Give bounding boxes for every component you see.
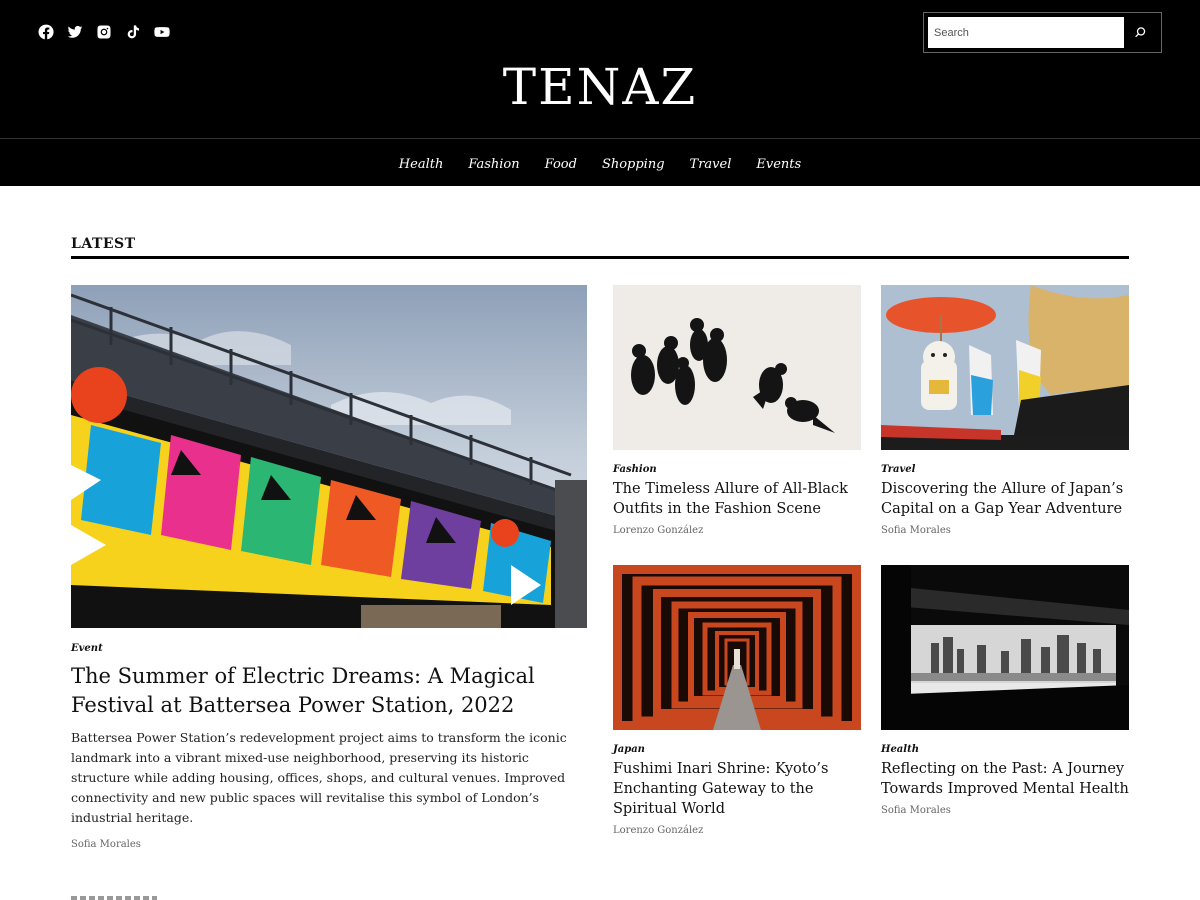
post-title: Fushimi Inari Shrine: Kyoto’s Enchanting… (613, 759, 861, 819)
featured-image[interactable] (71, 285, 587, 628)
nav-item-fashion: Fashion (468, 153, 519, 172)
social-links (38, 24, 170, 40)
post-title: Discovering the Allure of Japan’s Capita… (881, 479, 1129, 519)
nav-link-travel[interactable]: Travel (690, 157, 732, 172)
featured-title: The Summer of Electric Dreams: A Magical… (71, 662, 587, 720)
twitter-icon[interactable] (67, 24, 83, 40)
nav-item-shopping: Shopping (602, 153, 665, 172)
nav-link-food[interactable]: Food (545, 157, 577, 172)
post-author[interactable]: Sofia Morales (881, 805, 1129, 816)
post-title: Reflecting on the Past: A Journey Toward… (881, 759, 1129, 799)
post-image[interactable] (881, 285, 1129, 450)
post-title: The Timeless Allure of All-Black Outfits… (613, 479, 861, 519)
search-button[interactable] (1124, 17, 1157, 48)
post-author[interactable]: Lorenzo González (613, 825, 861, 836)
post-category[interactable]: Travel (881, 464, 1129, 475)
post-card-japan: Japan Fushimi Inari Shrine: Kyoto’s Ench… (613, 565, 861, 836)
post-title-link[interactable]: The Timeless Allure of All-Black Outfits… (613, 481, 848, 517)
nav-list: Health Fashion Food Shopping Travel Even… (0, 139, 1200, 172)
nav-link-shopping[interactable]: Shopping (602, 157, 665, 172)
post-title-link[interactable]: Discovering the Allure of Japan’s Capita… (881, 481, 1123, 517)
featured-excerpt: Battersea Power Station’s redevelopment … (71, 730, 567, 825)
post-category[interactable]: Fashion (613, 464, 861, 475)
post-title-link[interactable]: Reflecting on the Past: A Journey Toward… (881, 761, 1129, 797)
header-top: TENAZ (0, 0, 1200, 138)
nav-item-events: Events (756, 153, 801, 172)
section-heading: LATEST (71, 236, 136, 252)
nav-item-travel: Travel (690, 153, 732, 172)
post-category[interactable]: Japan (613, 744, 861, 755)
next-section-heading-edge (71, 896, 157, 900)
site-header: TENAZ Health Fashion Food Shopping Trave… (0, 0, 1200, 186)
site-title[interactable]: TENAZ (0, 58, 1200, 116)
facebook-icon[interactable] (38, 24, 54, 40)
search-icon (1134, 26, 1147, 39)
post-image[interactable] (881, 565, 1129, 730)
post-category[interactable]: Health (881, 744, 1129, 755)
instagram-icon[interactable] (96, 24, 112, 40)
featured-title-link[interactable]: The Summer of Electric Dreams: A Magical… (71, 664, 535, 717)
post-card-fashion: Fashion The Timeless Allure of All-Black… (613, 285, 861, 536)
search-input[interactable] (928, 17, 1124, 48)
post-image[interactable] (613, 565, 861, 730)
featured-author[interactable]: Sofia Morales (71, 839, 587, 850)
post-image[interactable] (613, 285, 861, 450)
nav-link-events[interactable]: Events (756, 157, 801, 172)
nav-item-health: Health (399, 153, 444, 172)
featured-post: Event The Summer of Electric Dreams: A M… (71, 285, 587, 850)
section-divider (71, 256, 1129, 259)
post-card-travel: Travel Discovering the Allure of Japan’s… (881, 285, 1129, 536)
post-title-link[interactable]: Fushimi Inari Shrine: Kyoto’s Enchanting… (613, 761, 828, 817)
main-nav: Health Fashion Food Shopping Travel Even… (0, 138, 1200, 186)
featured-category[interactable]: Event (71, 643, 587, 654)
post-author[interactable]: Lorenzo González (613, 525, 861, 536)
nav-link-fashion[interactable]: Fashion (468, 157, 519, 172)
post-author[interactable]: Sofia Morales (881, 525, 1129, 536)
search-form (923, 12, 1162, 53)
youtube-icon[interactable] (154, 24, 170, 40)
tiktok-icon[interactable] (125, 24, 141, 40)
nav-link-health[interactable]: Health (399, 157, 444, 172)
post-card-health: Health Reflecting on the Past: A Journey… (881, 565, 1129, 816)
nav-item-food: Food (545, 153, 577, 172)
